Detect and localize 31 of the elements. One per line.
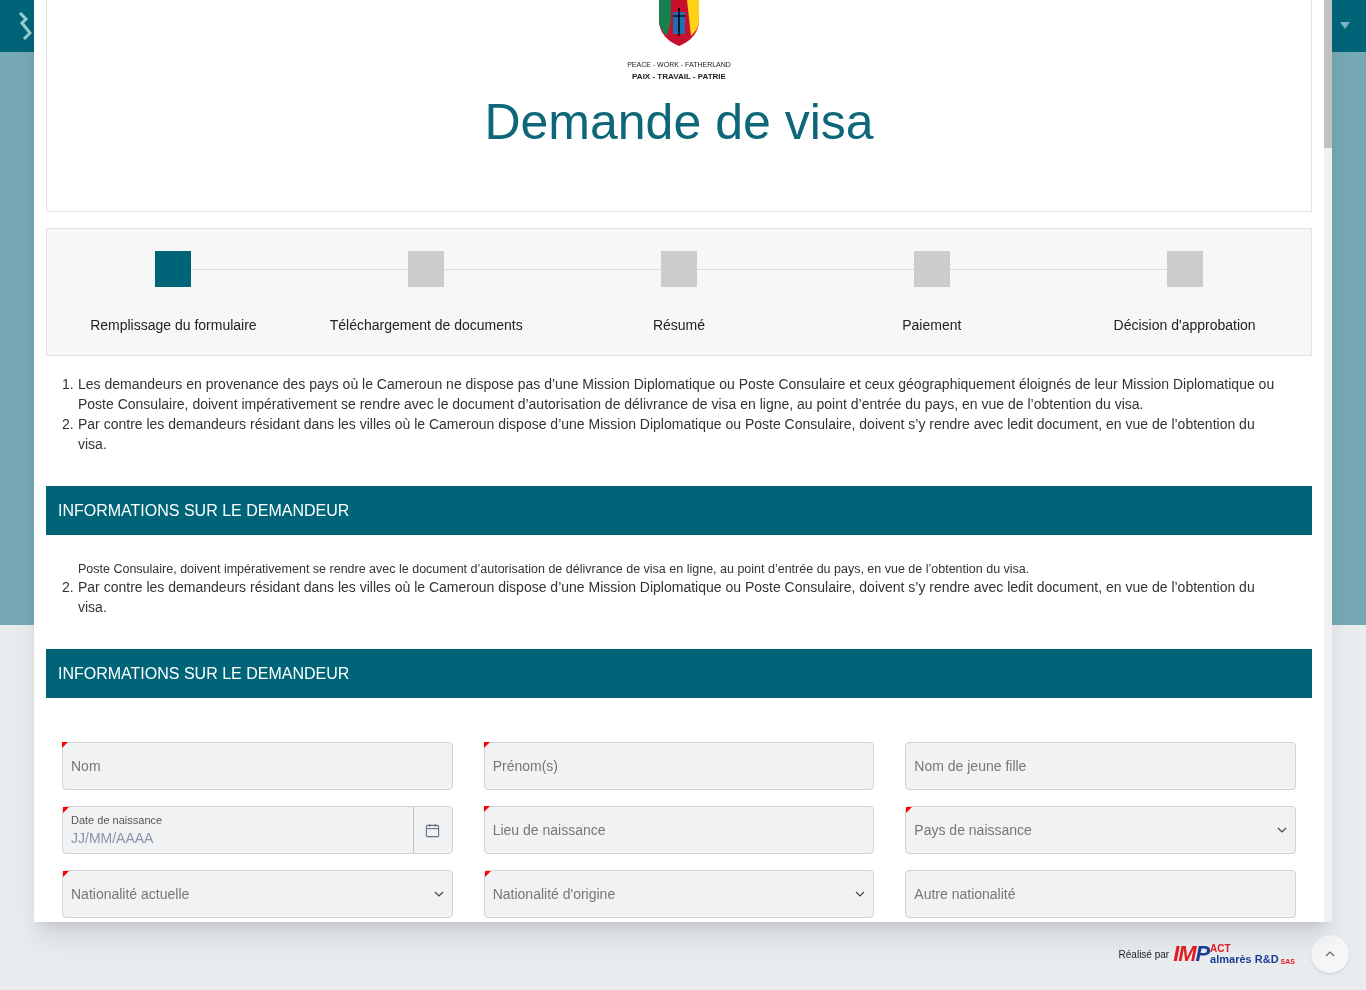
- select-placeholder: Pays de naissance: [914, 821, 1032, 840]
- list-number: 1.: [62, 375, 75, 394]
- select-placeholder: Nationalité actuelle: [71, 885, 190, 904]
- step-label: Remplissage du formulaire: [90, 316, 257, 335]
- input-field[interactable]: Nom de jeune fille: [905, 742, 1296, 790]
- section-title: INFORMATIONS SUR LE DEMANDEUR: [58, 500, 350, 521]
- step-label: Résumé: [652, 316, 706, 335]
- date-placeholder: JJ/MM/AAAA: [71, 829, 155, 848]
- input-field[interactable]: Lieu de naissance: [483, 806, 875, 854]
- step-label: Paiement: [902, 316, 962, 335]
- field-label: Date de naissance: [71, 813, 164, 828]
- list-number: 2.: [62, 415, 75, 434]
- list-number: 2.: [62, 578, 75, 597]
- step-label: Décision d'approbation: [1113, 316, 1256, 335]
- date-field[interactable]: Date de naissance JJ/MM/AAAA: [62, 806, 453, 854]
- note-text: Les demandeurs en provenance des pays où le Cameroun ne dispose pas d’une Mission Diplomatique ou Poste Consulaire et ceux géographiquement éloignés de leur Mission Diplomatique ou Poste Consulaire, doivent impérativement se rendre avec le document d’autorisation de délivrance de visa en ligne, au point d’entrée du pays, en vue de l’obtention du visa.: [78, 375, 1276, 414]
- step-label: Téléchargement de documents: [329, 316, 523, 335]
- select-field[interactable]: Nationalité actuelle: [62, 870, 453, 918]
- select-field[interactable]: Nationalité d'origine: [483, 870, 875, 918]
- motto-text: PAIX - TRAVAIL - PATRIE: [632, 70, 726, 83]
- input-field[interactable]: Autre nationalité: [905, 870, 1296, 918]
- note-text: Par contre les demandeurs résidant dans les villes où le Cameroun dispose d’une Mission Diplomatique ou Poste Consulaire, doivent s’y rendre avec ledit document, en vue de l’obtention du visa.: [78, 578, 1256, 617]
- credit-text: Réalisé par: [1118, 947, 1170, 962]
- note-text: Poste Consulaire, doivent impérativement se rendre avec le document d’autorisation de délivrance de visa en ligne, au point d’entrée du pays, en vue de l’obtention du visa.: [78, 561, 1031, 577]
- section-title: INFORMATIONS SUR LE DEMANDEUR: [58, 663, 350, 684]
- page-title: Demande de visa: [484, 96, 874, 147]
- input-field[interactable]: Nom: [62, 742, 453, 790]
- note-text: Par contre les demandeurs résidant dans les villes où le Cameroun dispose d’une Mission Diplomatique ou Poste Consulaire, doivent s’y rendre avec ledit document, en vue de l’obtention du visa.: [78, 415, 1256, 454]
- input-field[interactable]: Prénom(s): [483, 742, 875, 790]
- select-placeholder: Nationalité d'origine: [492, 885, 616, 904]
- select-field[interactable]: Pays de naissance: [905, 806, 1296, 854]
